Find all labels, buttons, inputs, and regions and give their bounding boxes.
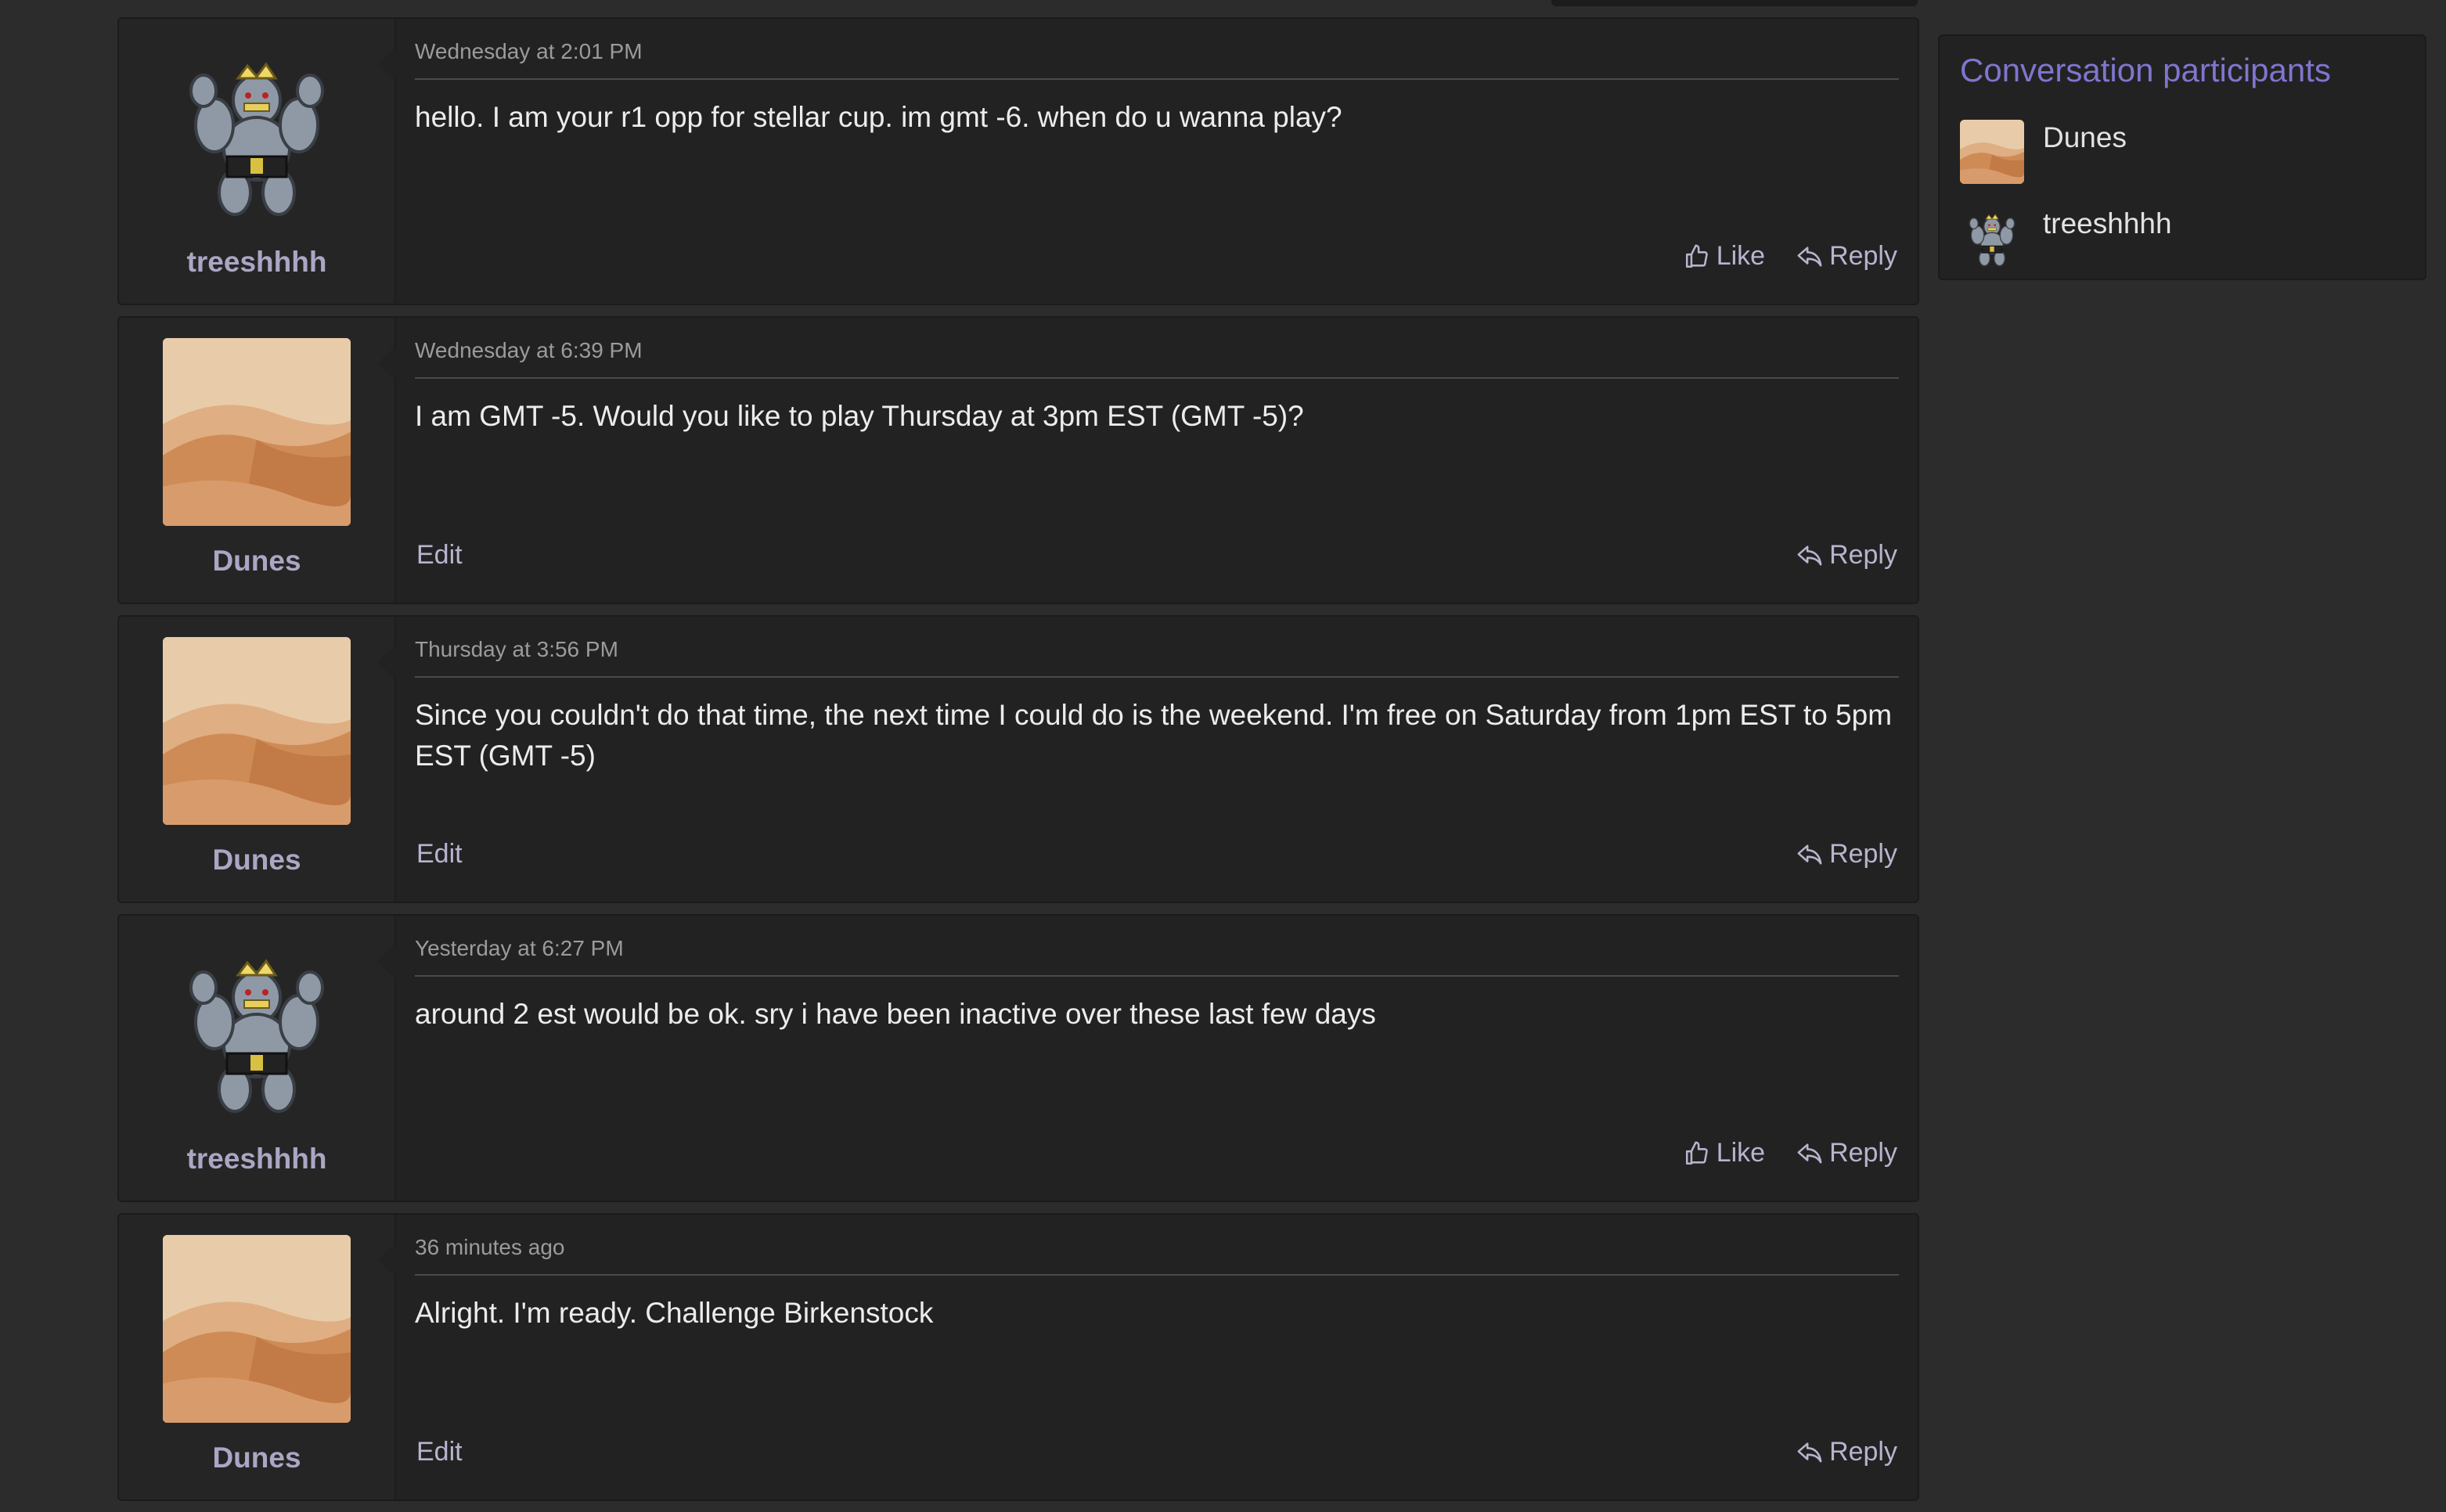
- like-label: Like: [1716, 1138, 1766, 1168]
- message: treeshhhh Wednesday at 2:01 PM hello. I …: [117, 17, 1919, 305]
- reply-arrow-icon: [1797, 246, 1822, 267]
- reply-button[interactable]: Reply: [1796, 241, 1897, 272]
- machoke-sprite-avatar: [163, 39, 351, 227]
- username[interactable]: Dunes: [119, 844, 394, 877]
- reply-button[interactable]: Reply: [1796, 1437, 1897, 1467]
- desert-dunes-avatar[interactable]: [1960, 120, 2024, 184]
- participants-title: Conversation participants: [1960, 52, 2331, 88]
- message-user: treeshhhh: [119, 916, 396, 1201]
- message-actions: Like Reply: [415, 1138, 1899, 1172]
- message-date[interactable]: 36 minutes ago: [415, 1235, 1899, 1276]
- reply-arrow-icon: [1797, 545, 1822, 566]
- message-user: Dunes: [119, 318, 396, 603]
- desert-dunes-avatar: [163, 637, 351, 825]
- participant-item[interactable]: treeshhhh: [1960, 205, 2172, 271]
- username[interactable]: Dunes: [119, 545, 394, 578]
- message-text: hello. I am your r1 opp for stellar cup.…: [415, 101, 1342, 133]
- username[interactable]: Dunes: [119, 1442, 394, 1474]
- thumbs-up-icon: [1685, 244, 1708, 268]
- like-button[interactable]: Like: [1684, 241, 1765, 272]
- reply-arrow-icon: [1797, 1143, 1822, 1164]
- message-text: Alright. I'm ready. Challenge Birkenstoc…: [415, 1297, 934, 1329]
- machoke-sprite-avatar[interactable]: [1960, 206, 2024, 270]
- participant-name[interactable]: Dunes: [2043, 121, 2127, 154]
- message-user: treeshhhh: [119, 19, 396, 304]
- message: Dunes 36 minutes ago Alright. I'm ready.…: [117, 1213, 1919, 1501]
- edit-button[interactable]: Edit: [416, 540, 463, 571]
- message-body: Thursday at 3:56 PM Since you couldn't d…: [415, 617, 1899, 902]
- message-date[interactable]: Yesterday at 6:27 PM: [415, 936, 1899, 977]
- message-actions: Edit Reply: [415, 839, 1899, 873]
- username[interactable]: treeshhhh: [119, 246, 394, 279]
- message-actions: Like Reply: [415, 241, 1899, 275]
- message-text: I am GMT -5. Would you like to play Thur…: [415, 400, 1304, 432]
- top-tab-edge: [1551, 0, 1918, 6]
- message: treeshhhh Yesterday at 6:27 PM around 2 …: [117, 914, 1919, 1202]
- conversation-participants-panel: Conversation participants Dunes treeshhh…: [1938, 34, 2426, 280]
- avatar[interactable]: [163, 936, 351, 1124]
- message: Dunes Thursday at 3:56 PM Since you coul…: [117, 615, 1919, 903]
- avatar[interactable]: [163, 338, 351, 526]
- message: Dunes Wednesday at 6:39 PM I am GMT -5. …: [117, 316, 1919, 604]
- edit-button[interactable]: Edit: [416, 839, 463, 869]
- reply-label: Reply: [1829, 839, 1897, 869]
- desert-dunes-avatar: [163, 1235, 351, 1423]
- message-body: Wednesday at 6:39 PM I am GMT -5. Would …: [415, 318, 1899, 603]
- reply-label: Reply: [1829, 540, 1897, 570]
- message-actions: Edit Reply: [415, 1437, 1899, 1471]
- reply-button[interactable]: Reply: [1796, 540, 1897, 571]
- participant-item[interactable]: Dunes: [1960, 119, 2127, 185]
- reply-label: Reply: [1829, 1437, 1897, 1467]
- message-date[interactable]: Wednesday at 2:01 PM: [415, 39, 1899, 80]
- reply-label: Reply: [1829, 1138, 1897, 1168]
- message-user: Dunes: [119, 1215, 396, 1499]
- avatar[interactable]: [163, 39, 351, 227]
- message-actions: Edit Reply: [415, 540, 1899, 574]
- message-text: around 2 est would be ok. sry i have bee…: [415, 998, 1376, 1030]
- reply-label: Reply: [1829, 241, 1897, 271]
- message-body: Wednesday at 2:01 PM hello. I am your r1…: [415, 19, 1899, 304]
- reply-arrow-icon: [1797, 1442, 1822, 1463]
- like-button[interactable]: Like: [1684, 1138, 1765, 1168]
- reply-arrow-icon: [1797, 844, 1822, 865]
- avatar[interactable]: [163, 637, 351, 825]
- avatar[interactable]: [163, 1235, 351, 1423]
- machoke-sprite-avatar: [163, 936, 351, 1124]
- message-body: Yesterday at 6:27 PM around 2 est would …: [415, 916, 1899, 1201]
- message-body: 36 minutes ago Alright. I'm ready. Chall…: [415, 1215, 1899, 1499]
- reply-button[interactable]: Reply: [1796, 1138, 1897, 1168]
- participant-name[interactable]: treeshhhh: [2043, 207, 2172, 240]
- message-date[interactable]: Thursday at 3:56 PM: [415, 637, 1899, 678]
- desert-dunes-avatar: [163, 338, 351, 526]
- thumbs-up-icon: [1685, 1141, 1708, 1165]
- username[interactable]: treeshhhh: [119, 1143, 394, 1175]
- message-date[interactable]: Wednesday at 6:39 PM: [415, 338, 1899, 379]
- like-label: Like: [1716, 241, 1766, 271]
- message-user: Dunes: [119, 617, 396, 902]
- message-text: Since you couldn't do that time, the nex…: [415, 699, 1893, 772]
- edit-button[interactable]: Edit: [416, 1437, 463, 1467]
- reply-button[interactable]: Reply: [1796, 839, 1897, 869]
